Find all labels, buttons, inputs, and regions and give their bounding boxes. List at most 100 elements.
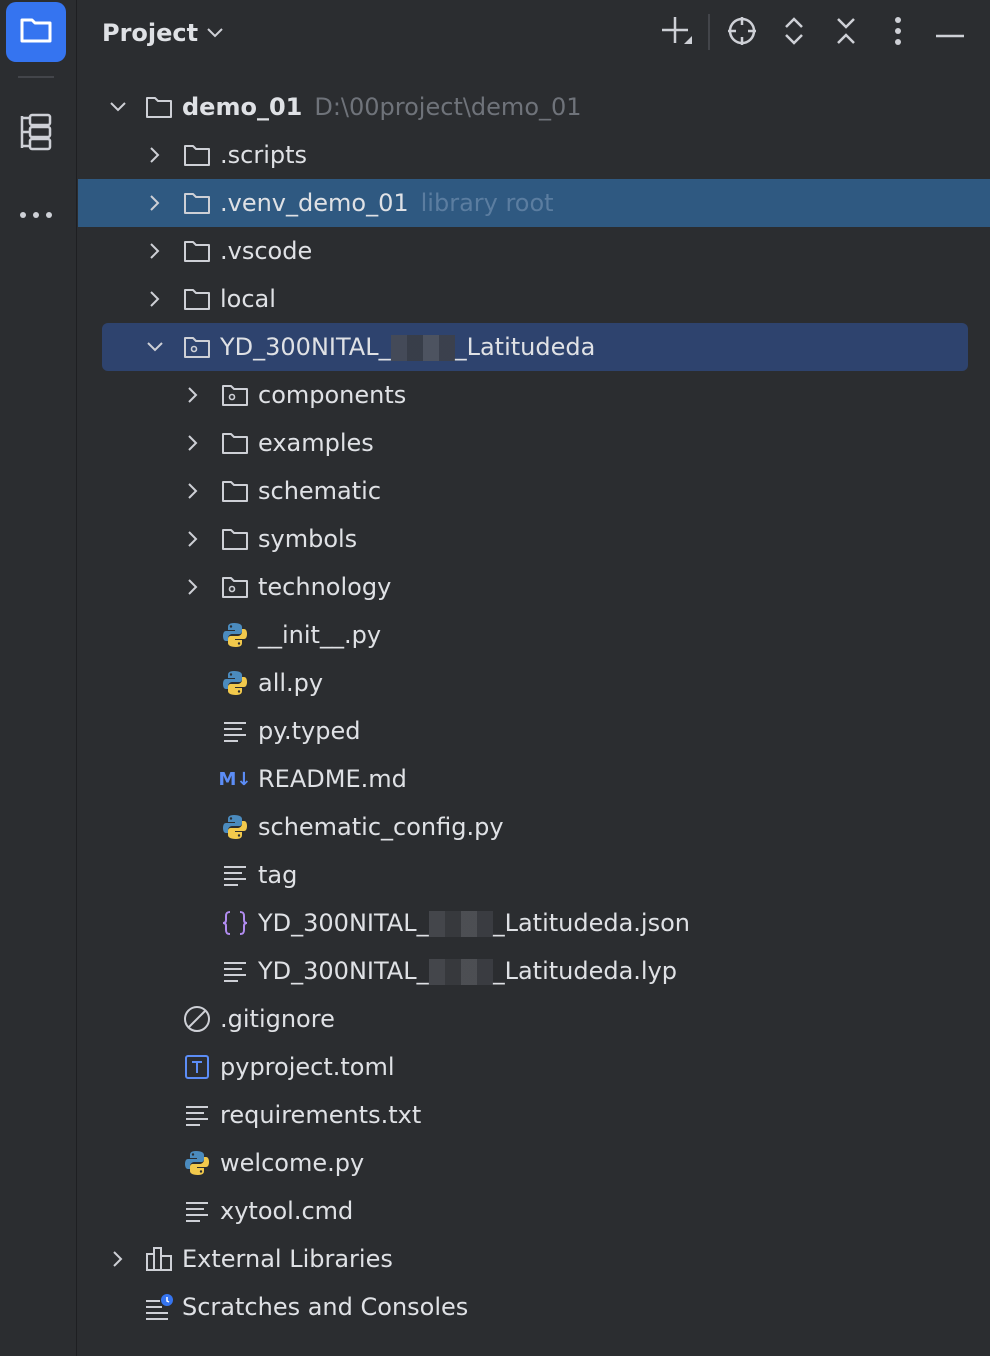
folder-icon: [182, 140, 212, 170]
root-label: demo_01 D:\00project\demo_01: [182, 93, 582, 121]
chevron-right-icon[interactable]: [145, 241, 165, 261]
tree-node-file[interactable]: all.py: [78, 659, 990, 707]
chevron-right-icon[interactable]: [183, 433, 203, 453]
text-file-icon: [220, 860, 250, 890]
folder-icon: [220, 524, 250, 554]
hide-button[interactable]: [929, 12, 971, 54]
tree-node-file[interactable]: M↓ README.md: [78, 755, 990, 803]
toml-file-icon: [182, 1052, 212, 1082]
new-file-button[interactable]: [656, 12, 698, 54]
chevron-down-icon[interactable]: [108, 97, 128, 117]
tree-node-file[interactable]: YD_300NITAL_ _Latitudeda.lyp: [78, 947, 990, 995]
select-opened-file-button[interactable]: [721, 12, 763, 54]
folder-icon: [182, 188, 212, 218]
folder-icon: [182, 284, 212, 314]
tree-node-label: local: [220, 285, 276, 313]
tree-node-label: YD_300NITAL_ _Latitudeda.json: [258, 909, 690, 937]
tree-node-file[interactable]: py.typed: [78, 707, 990, 755]
chevron-right-icon[interactable]: [108, 1249, 128, 1269]
chevron-down-icon: [206, 24, 224, 43]
expand-all-button[interactable]: [773, 12, 815, 54]
tree-node-root[interactable]: demo_01 D:\00project\demo_01: [78, 83, 990, 131]
tree-node-file[interactable]: __init__.py: [78, 611, 990, 659]
tree-node-package[interactable]: technology: [78, 563, 990, 611]
tree-node-folder[interactable]: .vscode: [78, 227, 990, 275]
structure-icon: [18, 112, 54, 156]
more-tools-button[interactable]: [6, 184, 66, 244]
python-file-icon: [182, 1148, 212, 1178]
tree-node-file[interactable]: .gitignore: [78, 995, 990, 1043]
chevron-right-icon[interactable]: [183, 529, 203, 549]
tree-node-file[interactable]: requirements.txt: [78, 1091, 990, 1139]
tree-node-file[interactable]: welcome.py: [78, 1139, 990, 1187]
folder-icon: [182, 236, 212, 266]
collapse-all-icon: [834, 15, 858, 51]
tree-node-label: .vscode: [220, 237, 313, 265]
folder-icon: [220, 476, 250, 506]
chevron-right-icon[interactable]: [145, 193, 165, 213]
tree-node-folder[interactable]: local: [78, 275, 990, 323]
tree-node-label: all.py: [258, 669, 324, 697]
tree-node-folder[interactable]: .venv_demo_01 library root: [78, 179, 990, 227]
tree-node-folder[interactable]: symbols: [78, 515, 990, 563]
expand-all-icon: [782, 15, 806, 51]
project-tree: demo_01 D:\00project\demo_01 .scripts .ve…: [78, 83, 990, 1331]
tree-node-label: .gitignore: [220, 1005, 335, 1033]
tree-node-label: .scripts: [220, 141, 308, 169]
tree-node-label: __init__.py: [258, 621, 382, 649]
chevron-right-icon[interactable]: [145, 145, 165, 165]
tree-node-file[interactable]: YD_300NITAL_ _Latitudeda.json: [78, 899, 990, 947]
more-vertical-icon: [894, 16, 902, 50]
chevron-down-icon[interactable]: [145, 337, 165, 357]
folder-icon: [19, 15, 53, 49]
tree-node-label: External Libraries: [182, 1245, 393, 1273]
tree-node-scratches[interactable]: Scratches and Consoles: [78, 1283, 990, 1331]
redacted-text: [390, 335, 455, 361]
tree-node-folder[interactable]: schematic: [78, 467, 990, 515]
tree-node-label: symbols: [258, 525, 358, 553]
tree-node-file[interactable]: schematic_config.py: [78, 803, 990, 851]
tree-node-package-selected[interactable]: YD_300NITAL_ _Latitudeda: [102, 323, 968, 371]
package-folder-icon: [220, 572, 250, 602]
json-file-icon: [220, 908, 250, 938]
python-file-icon: [220, 812, 250, 842]
header-divider: [708, 14, 710, 50]
tree-node-file[interactable]: xytool.cmd: [78, 1187, 990, 1235]
tree-node-package[interactable]: components: [78, 371, 990, 419]
folder-icon: [220, 428, 250, 458]
project-tool-button[interactable]: [6, 2, 66, 62]
text-file-icon: [182, 1196, 212, 1226]
package-folder-icon: [220, 380, 250, 410]
redacted-text: [428, 911, 493, 937]
redacted-text: [428, 959, 493, 985]
package-folder-icon: [182, 332, 212, 362]
collapse-all-button[interactable]: [825, 12, 867, 54]
python-file-icon: [220, 620, 250, 650]
text-file-icon: [220, 956, 250, 986]
tree-node-label: tag: [258, 861, 298, 889]
tree-node-external-libraries[interactable]: External Libraries: [78, 1235, 990, 1283]
chevron-right-icon[interactable]: [145, 289, 165, 309]
tree-node-file[interactable]: pyproject.toml: [78, 1043, 990, 1091]
tree-node-label: components: [258, 381, 407, 409]
structure-tool-button[interactable]: [6, 104, 66, 164]
library-root-hint: library root: [420, 189, 554, 217]
strip-divider: [18, 76, 54, 78]
chevron-right-icon[interactable]: [183, 385, 203, 405]
tree-node-label: welcome.py: [220, 1149, 365, 1177]
ignored-file-icon: [182, 1004, 212, 1034]
tree-node-label: technology: [258, 573, 392, 601]
tree-node-folder[interactable]: examples: [78, 419, 990, 467]
options-button[interactable]: [877, 12, 919, 54]
tree-node-file[interactable]: tag: [78, 851, 990, 899]
tree-node-label: pyproject.toml: [220, 1053, 395, 1081]
chevron-right-icon[interactable]: [183, 577, 203, 597]
tree-node-label: py.typed: [258, 717, 361, 745]
tree-node-folder[interactable]: .scripts: [78, 131, 990, 179]
library-icon: [144, 1244, 174, 1274]
tree-node-label: schematic_config.py: [258, 813, 504, 841]
tree-node-label: schematic: [258, 477, 382, 505]
more-horizontal-icon: [18, 205, 54, 224]
chevron-right-icon[interactable]: [183, 481, 203, 501]
project-view-selector[interactable]: Project: [102, 14, 224, 52]
